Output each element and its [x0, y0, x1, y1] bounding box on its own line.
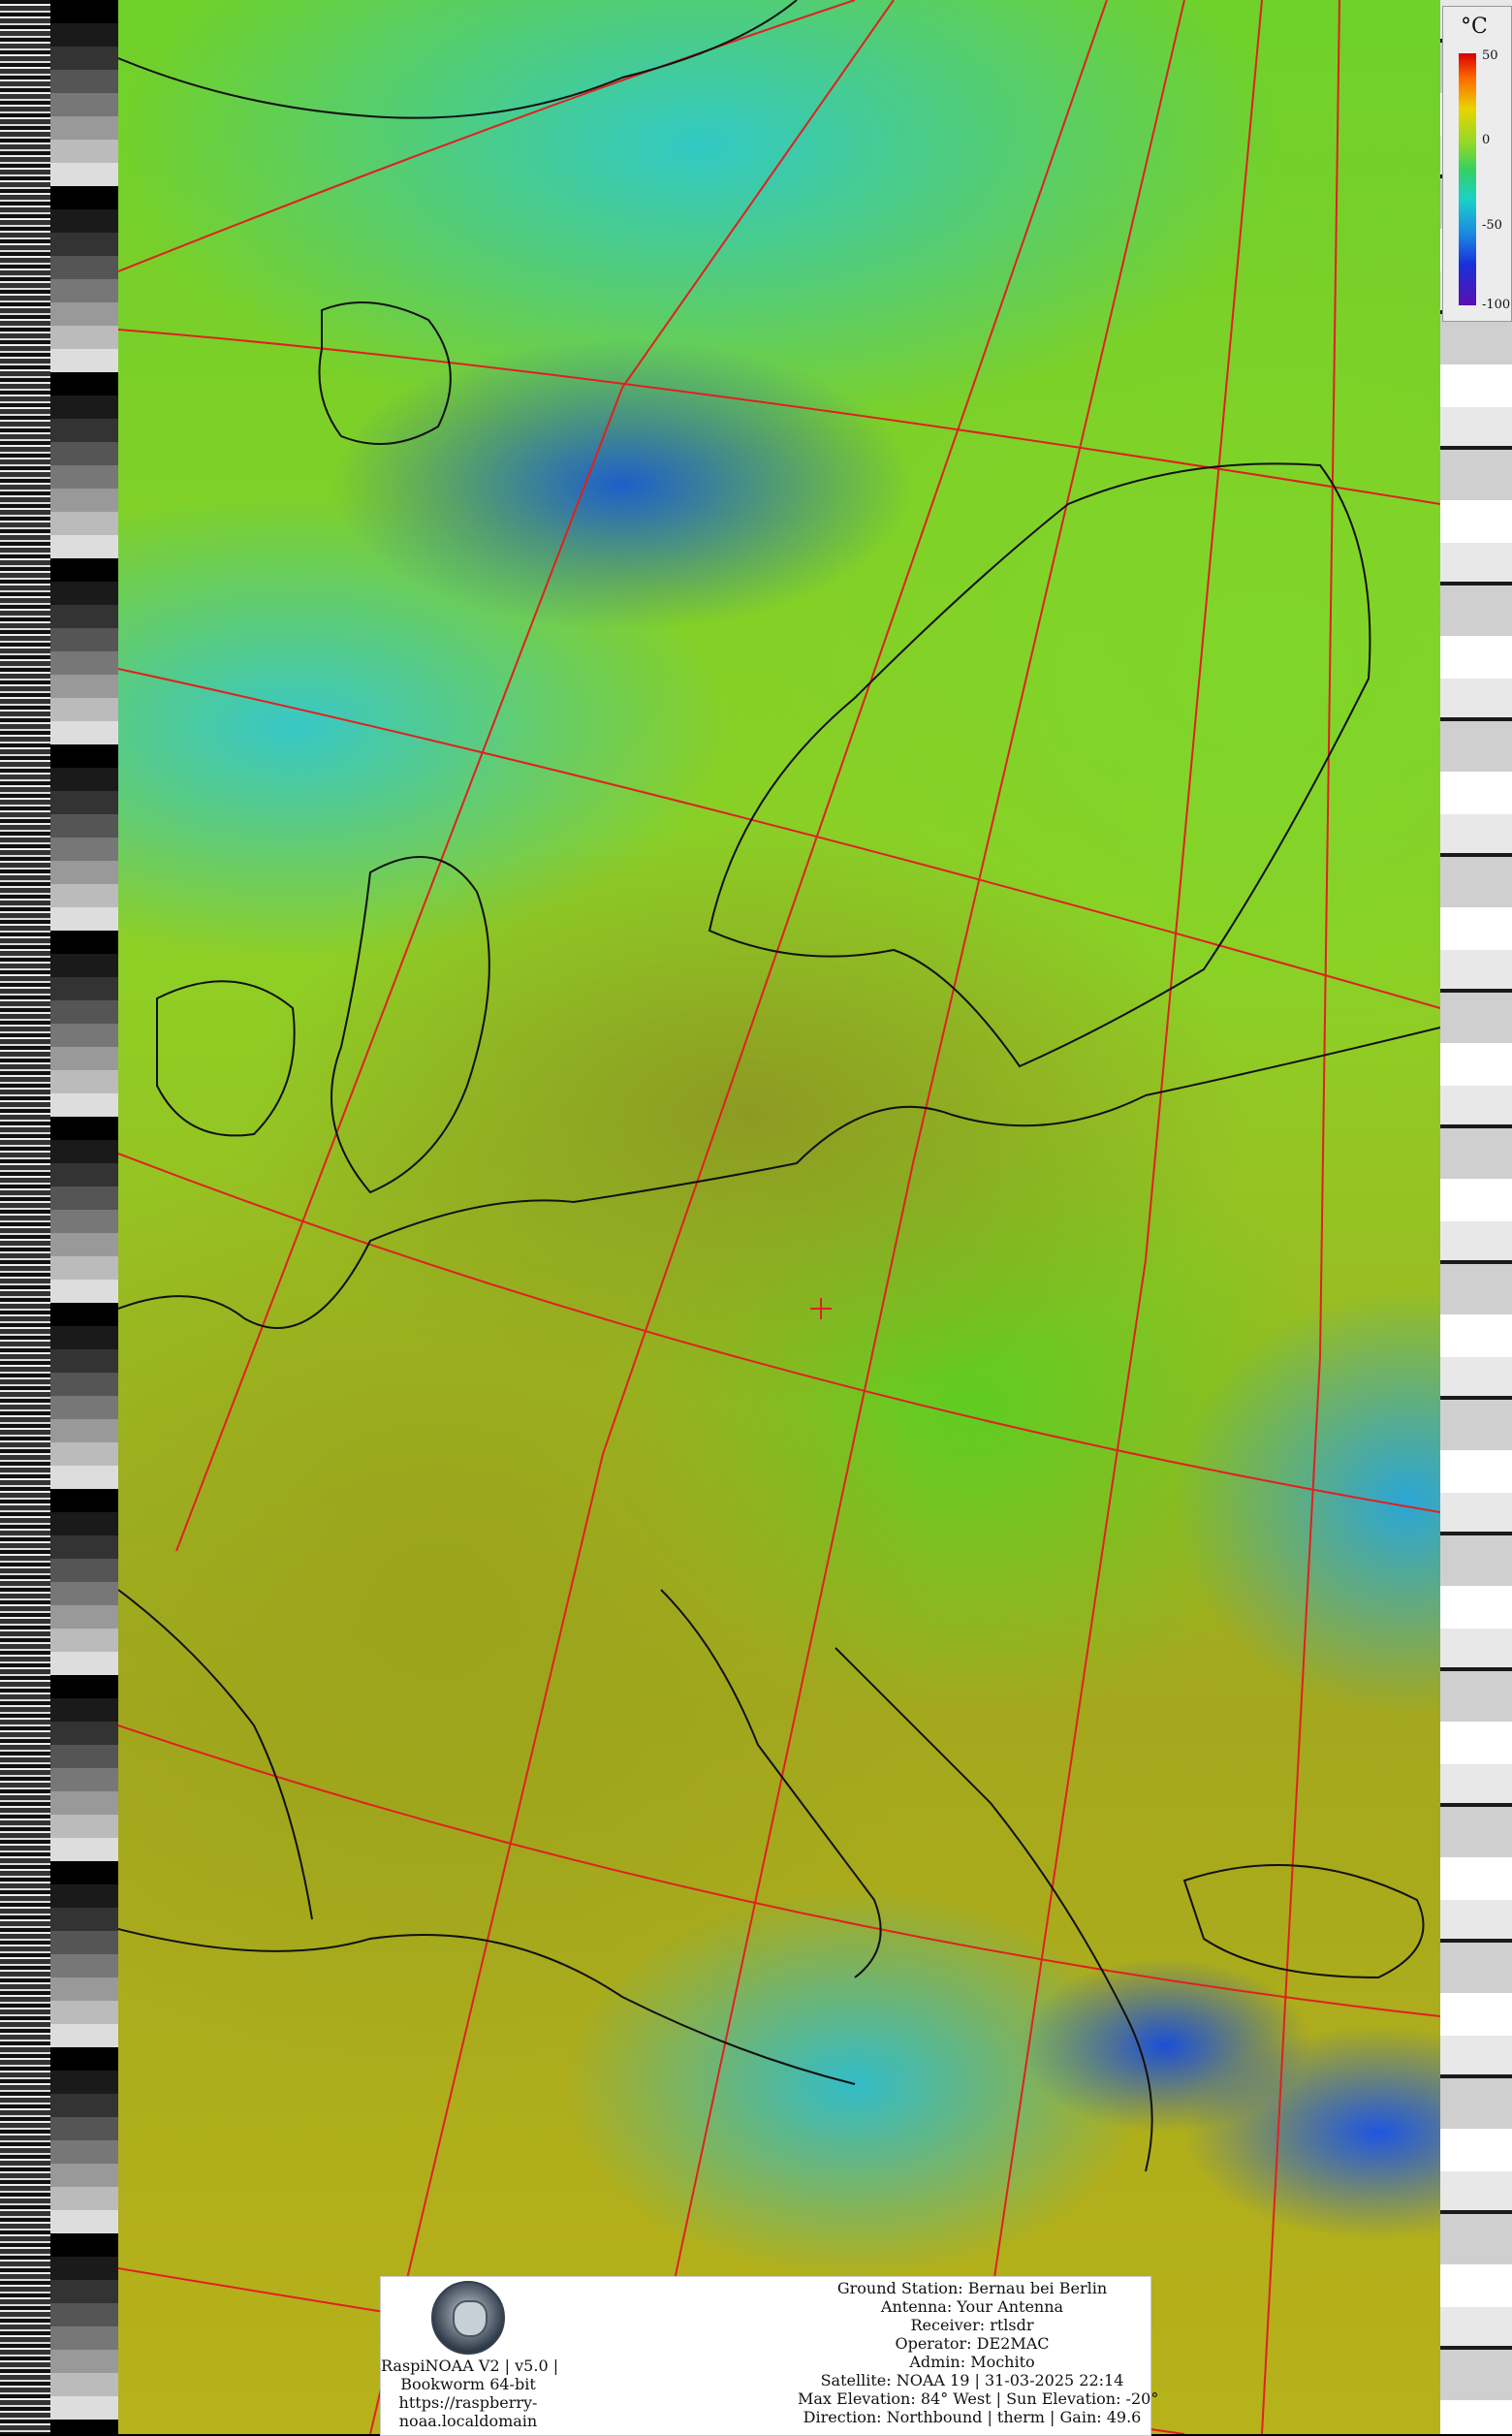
satellite-map-image: [118, 0, 1440, 2434]
ireland-coast: [156, 980, 296, 1137]
station-info-line: Direction: Northbound | therm | Gain: 49…: [803, 2408, 1142, 2426]
ground-station-marker: [810, 1298, 832, 1319]
legend-tick-label: 50: [1482, 48, 1498, 63]
station-info: Ground Station: Bernau bei Berlin Antenn…: [798, 2279, 1159, 2426]
black-sea-coast: [1182, 1864, 1425, 1979]
longitude-line: [175, 0, 895, 1552]
right-telemetry-strip: [1440, 0, 1512, 2434]
continental-coast: [118, 1027, 1440, 1329]
station-info-line: Antenna: Your Antenna: [880, 2297, 1064, 2316]
latitude-line: [118, 668, 1440, 1009]
pass-info-panel: RaspiNOAA V2 | v5.0 | Bookworm 64-bit ht…: [380, 2276, 1159, 2436]
latitude-line: [118, 1724, 1440, 2017]
station-info-line: Ground Station: Bernau bei Berlin: [836, 2279, 1108, 2297]
longitude-line: [369, 0, 1108, 2434]
british-isles-coast: [331, 856, 490, 1194]
legend-tick-label: -50: [1482, 218, 1502, 233]
station-info-line: Satellite: NOAA 19 | 31-03-2025 22:14: [820, 2371, 1124, 2389]
iceland-coast: [318, 301, 452, 445]
longitude-line: [1261, 0, 1340, 2434]
software-info-line: RaspiNOAA V2 | v5.0 |: [381, 2357, 559, 2375]
software-info-line: noaa.localdomain: [398, 2412, 538, 2430]
legend-tick-label: -100: [1482, 298, 1511, 312]
longitude-line: [970, 0, 1263, 2434]
legend-unit-label: °C: [1461, 15, 1488, 39]
temperature-legend: °C 50 0 -50 -100: [1442, 6, 1512, 322]
legend-color-bar: [1459, 53, 1476, 305]
software-info-line: https://raspberry-: [398, 2393, 538, 2412]
iberia-coast: [118, 1589, 313, 1920]
graticule-grid: [118, 0, 1440, 2434]
software-info-line: Bookworm 64-bit: [400, 2375, 536, 2393]
software-info: RaspiNOAA V2 | v5.0 | Bookworm 64-bit ht…: [381, 2357, 559, 2430]
calibration-wedges: [50, 0, 118, 2434]
latitude-line: [118, 1153, 1440, 1513]
station-info-line: Operator: DE2MAC: [895, 2334, 1050, 2353]
left-telemetry-strip: [0, 0, 118, 2434]
longitude-line: [641, 0, 1185, 2434]
longitude-line: [118, 0, 856, 272]
coastlines: [118, 0, 1440, 2172]
station-logo-icon: [431, 2281, 505, 2355]
station-info-line: Admin: Mochito: [909, 2353, 1035, 2371]
italy-coast: [660, 1589, 882, 1978]
latitude-line: [118, 329, 1440, 505]
legend-tick-label: 0: [1482, 133, 1491, 147]
scandinavia-coast: [708, 462, 1371, 1068]
station-info-line: Receiver: rtlsdr: [910, 2316, 1034, 2334]
map-overlay: [118, 0, 1440, 2434]
raspberry-shield-icon: [453, 2300, 488, 2337]
greenland-coast: [118, 0, 798, 119]
balkans-coast: [835, 1647, 1153, 2172]
station-info-line: Max Elevation: 84° West | Sun Elevation:…: [798, 2389, 1159, 2408]
